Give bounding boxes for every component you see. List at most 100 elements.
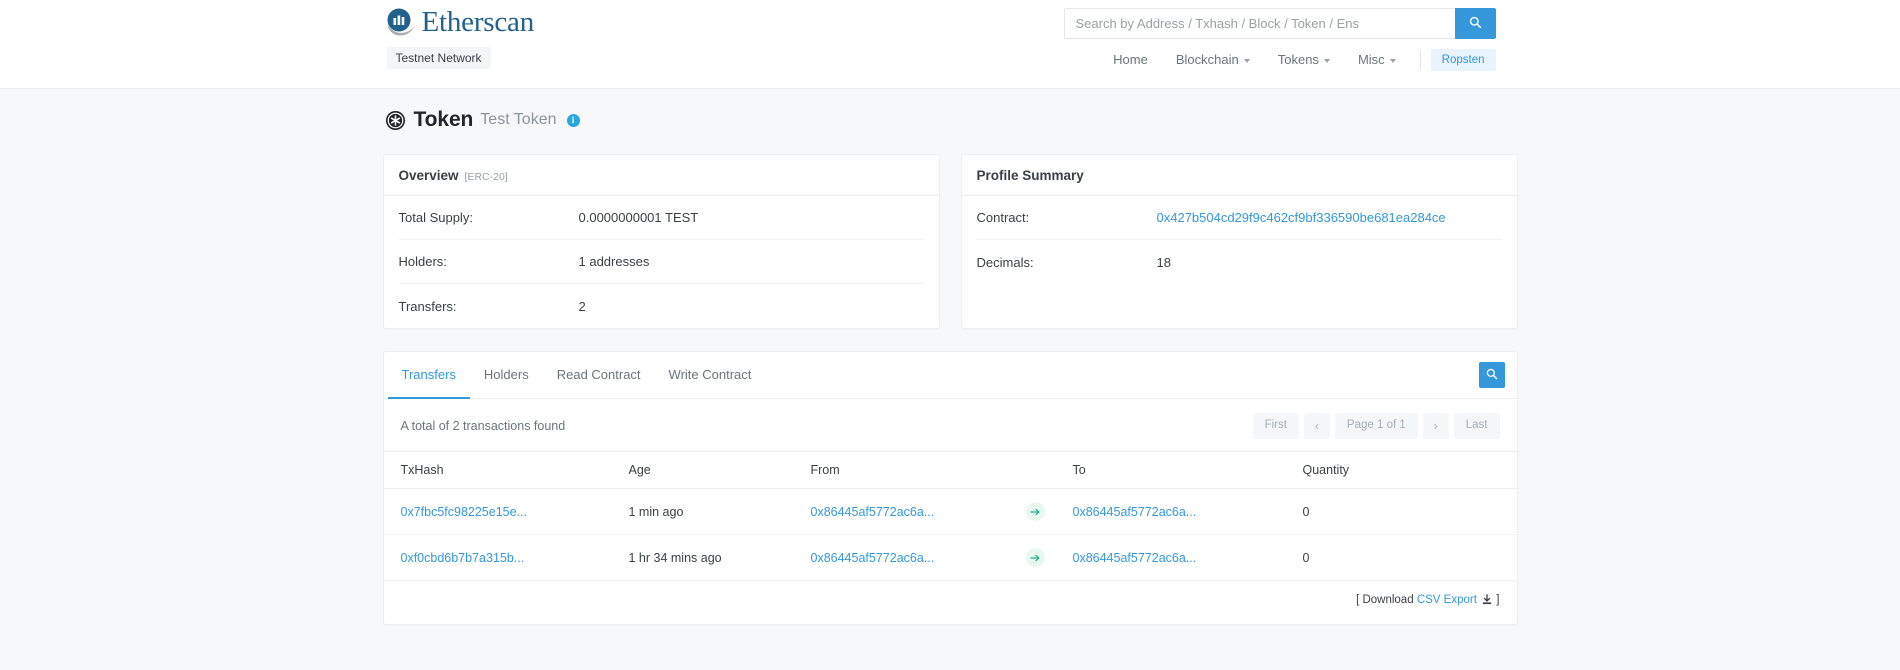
brand-name: Etherscan (421, 5, 535, 38)
download-icon[interactable] (1479, 594, 1495, 608)
tab-label: Write Contract (668, 367, 752, 382)
table-row: 0x7fbc5fc98225e15e... 1 min ago 0x86445a… (383, 488, 1517, 536)
search-icon (1486, 368, 1498, 383)
chevron-down-icon (1389, 58, 1396, 63)
row-label: Decimals: (976, 254, 1034, 270)
tab-holders[interactable]: Holders (470, 352, 543, 399)
row-label: Total Supply: (398, 210, 473, 225)
profile-title: Profile Summary (976, 168, 1084, 183)
tab-label: Holders (483, 367, 529, 382)
nav-label: Misc (1357, 52, 1385, 67)
overview-row-transfers: Transfers: 2 (399, 284, 924, 328)
to-address-link[interactable]: 0x86445af5772ac6a... (1073, 505, 1197, 519)
table-row: 0xf0cbd6b7b7a315b... 1 hr 34 mins ago 0x… (383, 534, 1517, 582)
profile-card-header: Profile Summary (961, 155, 1517, 196)
site-header: Etherscan Testnet Network Home Blockchai… (0, 0, 1900, 89)
info-icon[interactable]: i (566, 113, 580, 127)
cell-txhash: 0xf0cbd6b7b7a315b... (383, 534, 629, 582)
cell-from: 0x86445af5772ac6a... (810, 488, 1026, 536)
brand-logo-link[interactable]: Etherscan (383, 5, 535, 39)
cell-direction (1025, 534, 1073, 582)
cell-direction (1025, 488, 1073, 536)
transfers-table: TxHash Age From To Quantity 0x7fbc5fc982… (383, 451, 1517, 582)
chevron-down-icon (1243, 58, 1250, 63)
overview-card-header: Overview [ERC-20] (383, 155, 939, 196)
from-address-link[interactable]: 0x86445af5772ac6a... (811, 505, 935, 519)
tab-label: Transfers (401, 367, 456, 382)
pagination-last-button[interactable]: Last (1453, 413, 1500, 440)
global-search (1063, 8, 1496, 39)
table-toolbar: A total of 2 transactions found First ‹ … (384, 399, 1517, 451)
tab-write-contract[interactable]: Write Contract (655, 352, 766, 399)
overview-row-holders: Holders: 1 addresses (398, 240, 924, 284)
arrow-right-icon (1025, 548, 1045, 568)
column-header-to: To (1072, 451, 1303, 490)
testnet-network-label: Testnet Network (386, 47, 491, 69)
pagination: First ‹ Page 1 of 1 › Last (1252, 413, 1500, 440)
cell-from: 0x86445af5772ac6a... (810, 534, 1026, 582)
profile-row-contract: Contract: 0x427b504cd29f9c462cf9bf336590… (976, 196, 1502, 240)
column-header-txhash: TxHash (383, 451, 629, 490)
token-badge-icon (385, 110, 406, 131)
nav-item-home[interactable]: Home (1099, 48, 1162, 71)
from-address-link[interactable]: 0x86445af5772ac6a... (811, 551, 935, 565)
page-container: Token Test Token i Overview [ERC-20] Tot… (382, 89, 1518, 626)
row-label: Transfers: (398, 298, 457, 314)
nav-label: Home (1113, 52, 1148, 67)
cell-txhash: 0x7fbc5fc98225e15e... (383, 488, 629, 536)
overview-title: Overview (398, 168, 459, 183)
cell-to: 0x86445af5772ac6a... (1072, 534, 1303, 582)
overview-row-total-supply: Total Supply: 0.0000000001 TEST (398, 196, 924, 240)
table-header-row: TxHash Age From To Quantity (383, 451, 1517, 490)
network-selector-badge[interactable]: Ropsten (1430, 48, 1496, 71)
column-header-from: From (810, 451, 1026, 490)
tab-list: Transfers Holders Read Contract Write Co… (387, 352, 766, 399)
nav-item-tokens[interactable]: Tokens (1264, 48, 1344, 71)
profile-row-decimals: Decimals: 18 (977, 240, 1502, 284)
tab-transfers[interactable]: Transfers (387, 352, 470, 399)
panel-search-button[interactable] (1478, 362, 1505, 388)
cell-to: 0x86445af5772ac6a... (1072, 488, 1303, 536)
transfers-panel: Transfers Holders Read Contract Write Co… (382, 351, 1518, 626)
column-header-quantity: Quantity (1302, 451, 1517, 490)
page-title: Token Test Token i (385, 108, 1518, 132)
table-body: 0x7fbc5fc98225e15e... 1 min ago 0x86445a… (383, 488, 1517, 582)
search-submit-button[interactable] (1454, 8, 1496, 39)
cell-quantity: 0 (1302, 488, 1517, 536)
nav-label: Tokens (1277, 52, 1319, 67)
tab-bar: Transfers Holders Read Contract Write Co… (383, 352, 1517, 399)
summary-cards: Overview [ERC-20] Total Supply: 0.000000… (382, 154, 1518, 329)
overview-card: Overview [ERC-20] Total Supply: 0.000000… (382, 154, 940, 329)
column-header-age: Age (628, 451, 811, 490)
main-navigation: Home Blockchain Tokens Misc Ropsten (1099, 48, 1496, 71)
nav-divider (1419, 50, 1421, 69)
row-label: Holders: (398, 254, 447, 269)
txhash-link[interactable]: 0x7fbc5fc98225e15e... (401, 505, 528, 519)
page-title-text: Token (413, 108, 474, 131)
nav-item-blockchain[interactable]: Blockchain (1162, 48, 1264, 71)
search-icon (1469, 16, 1482, 32)
contract-address-link[interactable]: 0x427b504cd29f9c462cf9bf336590be681ea284… (1157, 210, 1446, 225)
to-address-link[interactable]: 0x86445af5772ac6a... (1073, 551, 1197, 565)
search-input[interactable] (1063, 8, 1455, 39)
download-prefix-text: [ Download (1356, 594, 1414, 607)
cell-quantity: 0 (1302, 534, 1517, 582)
row-value: 1 addresses (578, 254, 650, 269)
row-value: 2 (578, 298, 586, 314)
column-header-direction (1025, 451, 1073, 490)
tab-read-contract[interactable]: Read Contract (543, 352, 655, 399)
download-suffix-text: ] (1496, 594, 1500, 607)
pagination-next-button[interactable]: › (1422, 413, 1449, 440)
pagination-page-info: Page 1 of 1 (1334, 413, 1418, 440)
nav-item-misc[interactable]: Misc (1344, 48, 1410, 71)
csv-export-link[interactable]: CSV Export (1417, 594, 1477, 606)
tab-label: Read Contract (556, 367, 641, 382)
etherscan-logo-icon (383, 5, 417, 39)
row-label: Contract: (976, 210, 1030, 225)
transaction-count-text: A total of 2 transactions found (400, 419, 566, 434)
table-header: TxHash Age From To Quantity (383, 451, 1517, 490)
pagination-prev-button[interactable]: ‹ (1303, 413, 1330, 440)
pagination-first-button[interactable]: First (1252, 413, 1299, 440)
txhash-link[interactable]: 0xf0cbd6b7b7a315b... (401, 551, 525, 565)
profile-summary-card: Profile Summary Contract: 0x427b504cd29f… (960, 154, 1518, 329)
